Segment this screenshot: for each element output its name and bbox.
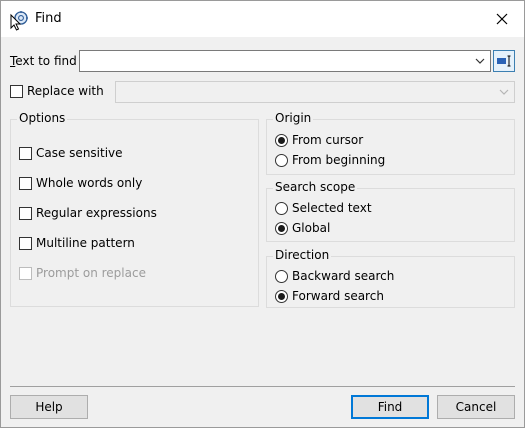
backward-search-label: Backward search: [292, 269, 395, 283]
direction-title: Direction: [273, 248, 332, 262]
case-sensitive-checkbox[interactable]: [19, 147, 32, 160]
prompt-on-replace-checkbox: [19, 267, 32, 280]
replace-with-checkbox[interactable]: [10, 85, 23, 98]
close-button[interactable]: [480, 1, 524, 37]
forward-search-label: Forward search: [292, 289, 384, 303]
title-bar: Find: [1, 1, 524, 37]
window-title: Find: [35, 11, 62, 26]
from-cursor-radio[interactable]: [275, 134, 288, 147]
text-to-find-combo[interactable]: [79, 50, 491, 72]
options-title: Options: [17, 111, 68, 125]
chevron-down-icon[interactable]: [474, 55, 486, 67]
whole-words-checkbox[interactable]: [19, 177, 32, 190]
regular-expressions-label: Regular expressions: [36, 206, 157, 220]
help-button-label: Help: [35, 400, 63, 414]
find-button-label: Find: [377, 400, 403, 414]
find-button[interactable]: Find: [351, 395, 429, 419]
case-sensitive-label: Case sensitive: [36, 146, 123, 160]
footer-separator: [10, 386, 515, 387]
whole-words-label: Whole words only: [36, 176, 143, 190]
replace-with-label: Replace with: [27, 84, 104, 98]
text-cursor-icon: [497, 55, 511, 67]
prompt-on-replace-label: Prompt on replace: [36, 266, 146, 280]
replace-with-combo: [115, 81, 515, 103]
forward-search-radio[interactable]: [275, 290, 288, 303]
backward-search-radio[interactable]: [275, 270, 288, 283]
regular-expressions-checkbox[interactable]: [19, 207, 32, 220]
chevron-down-icon: [499, 89, 509, 95]
search-scope-title: Search scope: [273, 180, 358, 194]
find-app-icon: [10, 11, 28, 31]
selected-text-label: Selected text: [292, 201, 372, 215]
text-to-find-label: Text to find: [10, 54, 77, 68]
find-dialog: Find Text to find Replace with Options C…: [0, 0, 525, 428]
from-beginning-label: From beginning: [292, 153, 386, 167]
close-icon: [496, 13, 508, 25]
global-label: Global: [292, 221, 331, 235]
origin-title: Origin: [273, 111, 314, 125]
from-beginning-radio[interactable]: [275, 154, 288, 167]
text-cursor-button[interactable]: [493, 50, 515, 72]
from-cursor-label: From cursor: [292, 133, 364, 147]
cancel-button-label: Cancel: [455, 400, 497, 414]
cancel-button[interactable]: Cancel: [437, 395, 515, 419]
multiline-pattern-checkbox[interactable]: [19, 237, 32, 250]
help-button[interactable]: Help: [10, 395, 88, 419]
multiline-pattern-label: Multiline pattern: [36, 236, 135, 250]
selected-text-radio[interactable]: [275, 202, 288, 215]
global-radio[interactable]: [275, 222, 288, 235]
